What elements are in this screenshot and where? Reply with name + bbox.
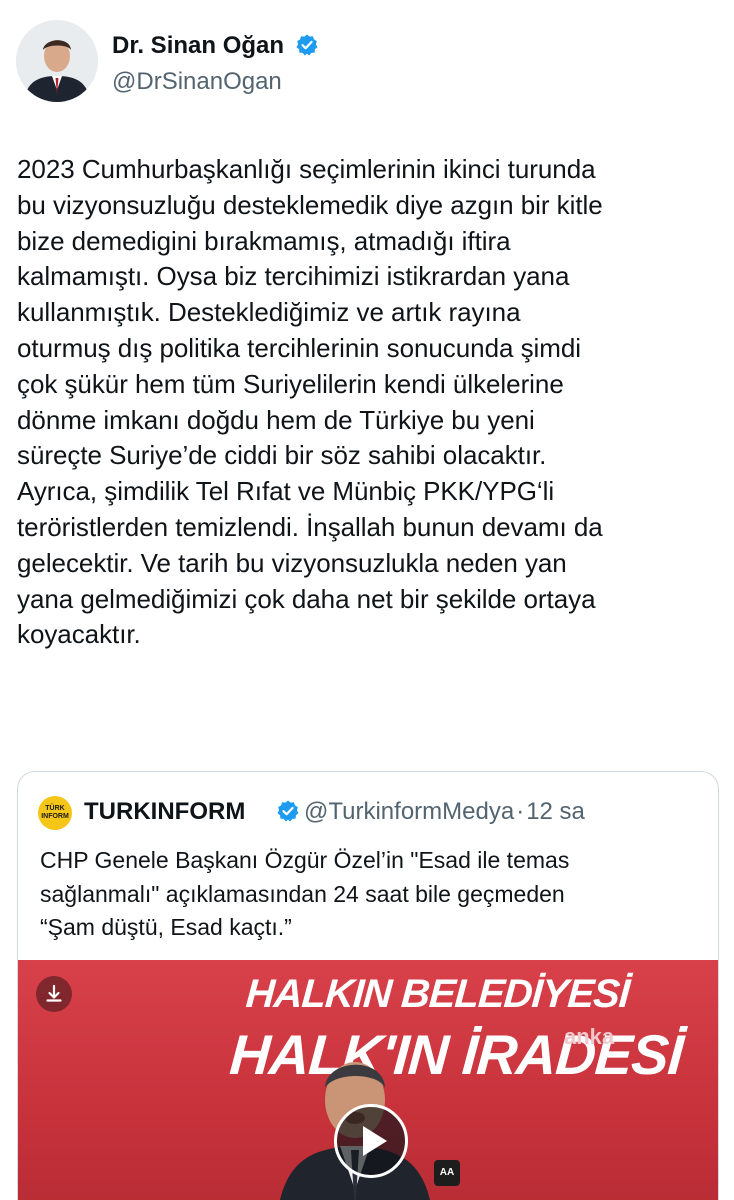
- quoted-tweet-card[interactable]: TÜRK INFORM TURKINFORM @TurkinformMedya·…: [17, 771, 719, 1200]
- profile-photo-icon: [16, 20, 98, 102]
- verified-badge-icon: [296, 34, 318, 56]
- quoted-author-handle[interactable]: @TurkinformMedya: [304, 798, 514, 825]
- author-name[interactable]: Dr. Sinan Oğan: [112, 32, 319, 60]
- download-button[interactable]: [36, 976, 72, 1012]
- play-icon: [363, 1126, 387, 1156]
- aa-logo: AA: [434, 1160, 460, 1186]
- meta-separator: ·: [516, 798, 525, 825]
- download-icon: [46, 984, 62, 1002]
- quoted-video[interactable]: HALKIN BELEDİYESİ HALK'IN İRADESİ anka A…: [18, 960, 718, 1200]
- turkinform-avatar[interactable]: TÜRK INFORM: [38, 796, 72, 830]
- quoted-tweet-header: TÜRK INFORM TURKINFORM @TurkinformMedya·…: [38, 796, 718, 830]
- author-handle[interactable]: @DrSinanOgan: [112, 68, 282, 96]
- quoted-timestamp[interactable]: 12 sa: [526, 798, 585, 825]
- quoted-author-name[interactable]: TURKINFORM: [84, 798, 245, 826]
- verified-badge-icon: [277, 800, 299, 822]
- tweet-text: 2023 Cumhurbaşkanlığı seçimlerinin ikinc…: [17, 154, 603, 650]
- author-name-text: Dr. Sinan Oğan: [112, 32, 285, 59]
- play-button[interactable]: [334, 1104, 408, 1178]
- quoted-tweet-text: CHP Genele Başkanı Özgür Özel’in "Esad i…: [40, 847, 570, 940]
- anka-watermark: anka: [564, 1024, 615, 1049]
- tweet-header: Dr. Sinan Oğan @DrSinanOgan: [16, 20, 716, 106]
- quoted-author-meta: @TurkinformMedya·12 sa: [304, 798, 585, 826]
- author-avatar[interactable]: [16, 20, 98, 102]
